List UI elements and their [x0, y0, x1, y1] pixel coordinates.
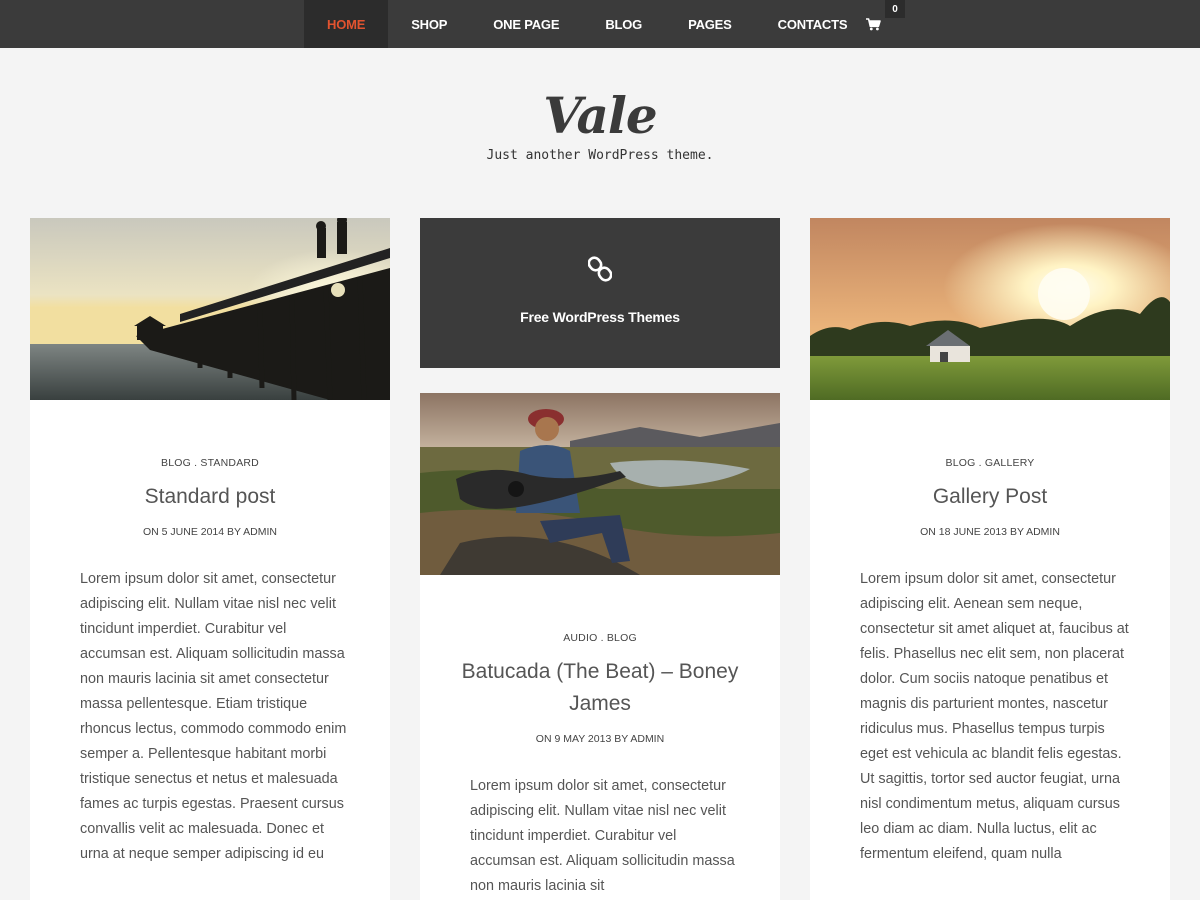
post-thumbnail-guitarist[interactable]	[420, 393, 780, 575]
post-card-audio: AUDIO . BLOG Batucada (The Beat) – Boney…	[420, 393, 780, 900]
post-excerpt: Lorem ipsum dolor sit amet, consectetur …	[80, 571, 347, 862]
nav-item-contacts[interactable]: CONTACTS	[755, 0, 871, 48]
shopping-cart-icon	[866, 17, 881, 30]
category-separator: .	[978, 457, 982, 469]
top-navigation: HOME SHOP ONE PAGE BLOG PAGES CONTACTS 0	[0, 0, 1200, 48]
nav-item-pages[interactable]: PAGES	[665, 0, 755, 48]
post-meta: ON 5 JUNE 2014 BY ADMIN	[142, 526, 278, 538]
category-separator: .	[600, 632, 604, 644]
post-meta: ON 9 MAY 2013 BY ADMIN	[535, 733, 665, 745]
post-categories: BLOG . STANDARD	[30, 457, 390, 469]
post-categories: BLOG . GALLERY	[810, 457, 1170, 469]
nav-item-shop[interactable]: SHOP	[388, 0, 470, 48]
category-link-blog[interactable]: BLOG	[607, 632, 637, 644]
post-card-gallery: BLOG . GALLERY Gallery Post ON 18 JUNE 2…	[810, 218, 1170, 900]
cart-count-badge: 0	[885, 0, 905, 18]
nav-item-home[interactable]: HOME	[304, 0, 389, 48]
category-link-gallery[interactable]: GALLERY	[985, 457, 1035, 469]
category-link-blog[interactable]: BLOG	[945, 457, 975, 469]
post-title[interactable]: Gallery Post	[850, 481, 1130, 513]
post-excerpt: Lorem ipsum dolor sit amet, consectetur …	[860, 571, 1129, 862]
post-categories: AUDIO . BLOG	[420, 632, 780, 644]
nav-item-one-page[interactable]: ONE PAGE	[470, 0, 582, 48]
main-menu: HOME SHOP ONE PAGE BLOG PAGES CONTACTS	[304, 0, 870, 48]
site-logo[interactable]: Vale	[0, 86, 1200, 145]
category-separator: .	[194, 457, 198, 469]
post-thumbnail-sunset-field[interactable]	[810, 218, 1170, 400]
category-link-blog[interactable]: BLOG	[161, 457, 191, 469]
post-title[interactable]: Batucada (The Beat) – Boney James	[460, 656, 740, 720]
post-card-link[interactable]: Free WordPress Themes	[420, 218, 780, 368]
post-thumbnail-pier[interactable]	[30, 218, 390, 400]
post-excerpt: Lorem ipsum dolor sit amet, consectetur …	[470, 778, 735, 894]
site-tagline: Just another WordPress theme.	[486, 148, 714, 163]
link-icon	[588, 256, 612, 282]
category-link-standard[interactable]: STANDARD	[200, 457, 259, 469]
nav-item-blog[interactable]: BLOG	[582, 0, 665, 48]
post-meta: ON 18 JUNE 2013 BY ADMIN	[920, 526, 1060, 538]
link-post-text: Free WordPress Themes	[520, 309, 680, 325]
post-card-standard: BLOG . STANDARD Standard post ON 5 JUNE …	[30, 218, 390, 900]
category-link-audio[interactable]: AUDIO	[563, 632, 597, 644]
post-title[interactable]: Standard post	[70, 481, 350, 513]
